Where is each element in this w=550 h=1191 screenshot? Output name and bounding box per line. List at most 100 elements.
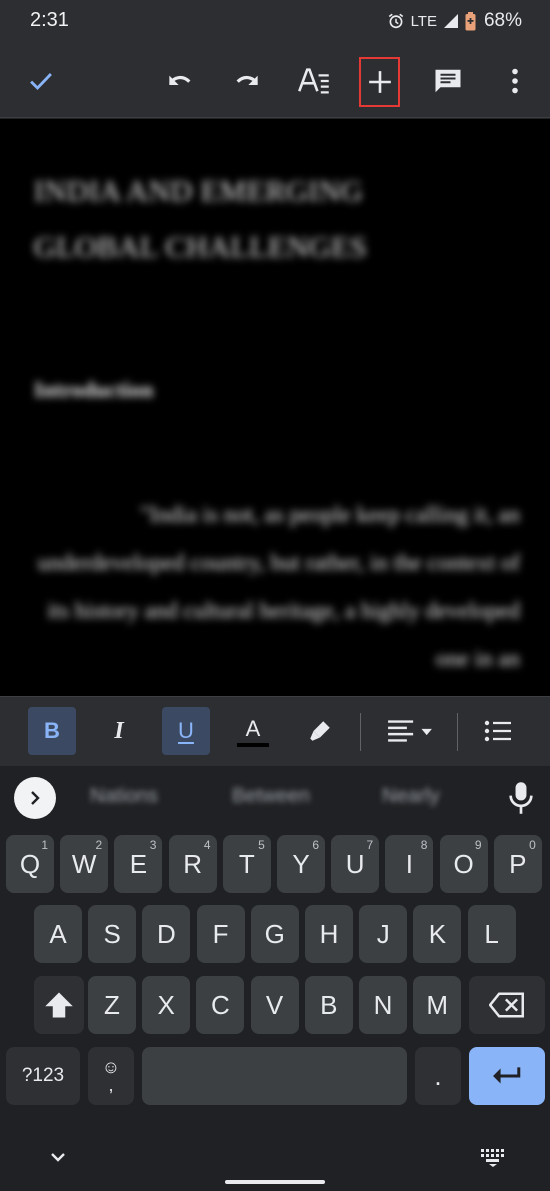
key-label: J xyxy=(376,918,390,949)
key-x[interactable]: X xyxy=(142,976,191,1034)
editor-toolbar xyxy=(0,44,550,118)
microphone-icon[interactable] xyxy=(506,781,536,815)
redo-icon xyxy=(236,75,258,85)
document-heading: Introduction xyxy=(34,377,154,402)
suggestion-item[interactable]: Nations xyxy=(90,785,158,811)
highlighter-icon xyxy=(310,721,330,741)
key-b[interactable]: B xyxy=(304,976,353,1034)
key-hint: 3 xyxy=(149,838,157,852)
status-time: 2:31 xyxy=(30,9,69,31)
italic-button[interactable]: I xyxy=(95,707,143,755)
redo-button[interactable] xyxy=(226,60,268,102)
key-d[interactable]: D xyxy=(142,905,191,963)
emoji-comma-key[interactable]: ☺ , xyxy=(88,1047,134,1105)
key-s[interactable]: S xyxy=(88,905,137,963)
key-label: X xyxy=(157,989,175,1020)
key-g[interactable]: G xyxy=(250,905,299,963)
key-u[interactable]: U7 xyxy=(331,835,380,893)
highlight-button[interactable] xyxy=(296,707,344,755)
keyboard-switch-icon[interactable] xyxy=(478,1146,508,1168)
enter-icon xyxy=(493,1067,521,1084)
text-color-button[interactable]: A xyxy=(229,707,277,755)
suggestion-item[interactable]: Nearly xyxy=(382,785,440,811)
toolbar-divider xyxy=(360,713,361,751)
key-j[interactable]: J xyxy=(359,905,408,963)
align-button[interactable] xyxy=(384,707,436,755)
status-icons: LTE 68% xyxy=(387,10,522,32)
space-key[interactable] xyxy=(142,1047,407,1105)
key-y[interactable]: Y6 xyxy=(277,835,325,893)
document-title: INDIA AND EMERGING GLOBAL CHALLENGES xyxy=(34,175,368,264)
key-label: K xyxy=(428,918,447,949)
key-a[interactable]: A xyxy=(34,905,82,963)
key-r[interactable]: R4 xyxy=(168,835,217,893)
key-h[interactable]: H xyxy=(305,905,353,963)
suggestion-item[interactable]: Between xyxy=(232,785,310,811)
key-v[interactable]: V xyxy=(250,976,299,1034)
key-hint: 5 xyxy=(258,838,265,852)
key-hint: 0 xyxy=(529,838,536,852)
key-f[interactable]: F xyxy=(196,905,245,963)
backspace-icon xyxy=(489,992,524,1018)
formatting-bar: B I U A xyxy=(0,696,550,766)
bulleted-list-icon xyxy=(484,720,511,742)
home-gesture-bar[interactable] xyxy=(225,1180,325,1184)
underline-button[interactable]: U xyxy=(162,707,210,755)
key-hint: 9 xyxy=(474,838,482,852)
done-button[interactable] xyxy=(20,60,62,102)
key-label: R xyxy=(183,848,202,879)
symbols-key[interactable]: ?123 xyxy=(6,1047,80,1105)
key-z[interactable]: Z xyxy=(88,976,136,1034)
key-hint: 1 xyxy=(41,838,48,852)
key-k[interactable]: K xyxy=(413,905,462,963)
key-t[interactable]: T5 xyxy=(222,835,271,893)
bold-button[interactable]: B xyxy=(28,707,76,755)
hide-keyboard-icon[interactable] xyxy=(44,1146,72,1170)
key-m[interactable]: M xyxy=(413,976,462,1034)
undo-button[interactable] xyxy=(159,60,201,102)
more-options-button[interactable] xyxy=(494,60,536,102)
check-icon xyxy=(30,73,52,91)
alarm-icon xyxy=(388,13,403,29)
shift-key[interactable] xyxy=(34,976,84,1034)
align-left-icon xyxy=(388,720,432,742)
key-hint: 4 xyxy=(203,838,211,852)
key-label: O xyxy=(453,848,474,879)
key-p[interactable]: P0 xyxy=(493,835,542,893)
bulleted-list-button[interactable] xyxy=(474,707,522,755)
comment-icon xyxy=(435,69,461,93)
key-label: G xyxy=(264,918,285,949)
insert-button[interactable] xyxy=(359,57,400,107)
key-label: M xyxy=(426,989,449,1020)
key-label: F xyxy=(212,918,229,949)
key-label: P xyxy=(509,848,527,879)
key-w[interactable]: W2 xyxy=(60,835,109,893)
toolbar-divider xyxy=(457,713,458,751)
signal-icon xyxy=(443,14,458,28)
key-e[interactable]: E3 xyxy=(114,835,163,893)
text-format-button[interactable] xyxy=(293,60,335,102)
document-canvas[interactable]: INDIA AND EMERGING GLOBAL CHALLENGES Int… xyxy=(0,119,550,696)
comment-button[interactable] xyxy=(427,60,469,102)
comma-label: , xyxy=(108,1075,114,1095)
key-n[interactable]: N xyxy=(359,976,407,1034)
key-o[interactable]: O9 xyxy=(439,835,488,893)
expand-toolbar-button[interactable] xyxy=(14,777,56,819)
text-format-icon xyxy=(298,68,329,94)
insert-plus-icon xyxy=(368,71,391,93)
key-label: Z xyxy=(104,989,120,1020)
enter-key[interactable] xyxy=(469,1047,545,1105)
key-label: B xyxy=(320,989,338,1020)
period-key[interactable]: . xyxy=(415,1047,461,1105)
battery-percent: 68% xyxy=(483,10,522,31)
network-type: LTE xyxy=(410,12,437,30)
key-label: Q xyxy=(19,848,41,879)
key-c[interactable]: C xyxy=(196,976,245,1034)
shift-icon xyxy=(45,992,73,1018)
backspace-key[interactable] xyxy=(469,976,545,1034)
key-l[interactable]: L xyxy=(467,905,516,963)
key-q[interactable]: Q1 xyxy=(6,835,54,893)
key-hint: 7 xyxy=(366,838,374,852)
document-paragraph: "India is not, as people keep calling it… xyxy=(37,502,520,671)
key-i[interactable]: I8 xyxy=(385,835,434,893)
